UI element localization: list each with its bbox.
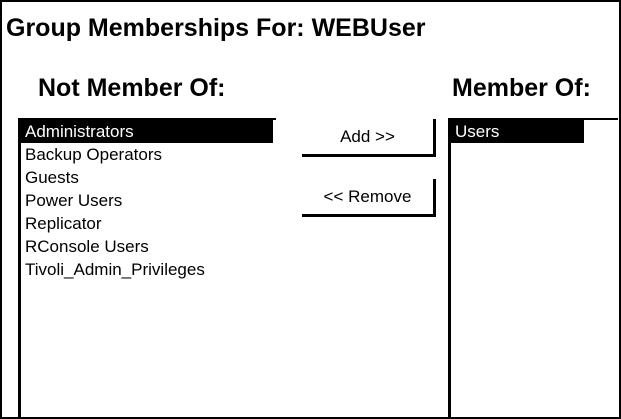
list-item-users[interactable]: Users	[451, 120, 584, 143]
remove-button[interactable]: << Remove	[302, 179, 436, 217]
not-member-of-heading: Not Member Of:	[38, 74, 226, 102]
list-item-tivoli-admin-privileges[interactable]: Tivoli_Admin_Privileges	[21, 258, 273, 281]
list-item-replicator[interactable]: Replicator	[21, 212, 273, 235]
list-item-administrators[interactable]: Administrators	[21, 120, 273, 143]
list-item-rconsole-users[interactable]: RConsole Users	[21, 235, 273, 258]
list-item-power-users[interactable]: Power Users	[21, 189, 273, 212]
list-item-guests[interactable]: Guests	[21, 166, 273, 189]
member-of-heading: Member Of:	[452, 74, 591, 102]
add-button[interactable]: Add >>	[302, 119, 436, 157]
group-memberships-dialog: Group Memberships For: WEBUser Not Membe…	[0, 0, 621, 419]
list-item-backup-operators[interactable]: Backup Operators	[21, 143, 273, 166]
dialog-title: Group Memberships For: WEBUser	[6, 14, 426, 42]
not-member-of-listbox[interactable]: Administrators Backup Operators Guests P…	[18, 118, 276, 417]
member-of-listbox[interactable]: Users	[448, 118, 618, 417]
